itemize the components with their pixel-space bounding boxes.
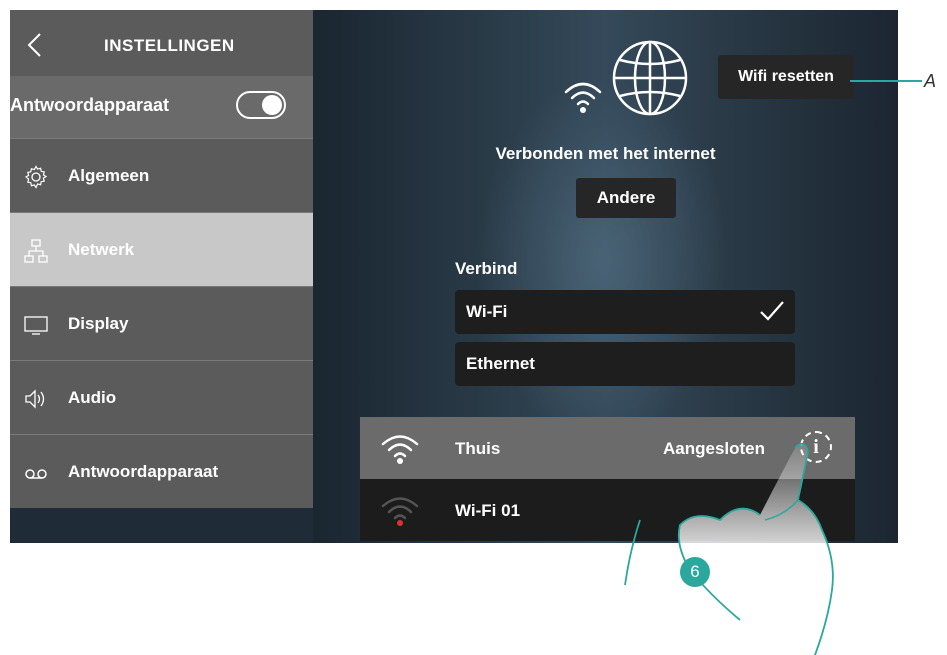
step-number-badge: 6 [680,557,710,587]
wifi-reset-button[interactable]: Wifi resetten [718,55,854,99]
sidebar-item-label: Display [68,314,129,333]
sidebar-header: INSTELLINGEN [10,10,313,76]
sidebar-item-netwerk[interactable]: Netwerk [10,212,313,286]
back-icon[interactable] [24,32,46,58]
sidebar-item-display[interactable]: Display [10,286,313,360]
wifi-weak-icon [381,497,419,526]
wifi-status-icon [564,82,602,113]
callout-line [850,80,922,82]
network-name: Wi-Fi 01 [455,501,521,520]
checkmark-icon [760,301,784,321]
hand-pointer-icon [624,442,834,655]
sidebar-item-label: Netwerk [68,240,135,259]
option-label: Ethernet [466,354,535,373]
answering-machine-toggle-row: Antwoordapparaat [10,76,313,138]
connection-status-text: Verbonden met het internet [495,144,716,163]
option-ethernet[interactable]: Ethernet [455,342,795,386]
sidebar-item-audio[interactable]: Audio [10,360,313,434]
speaker-icon [25,389,45,409]
sidebar-item-antwoordapparaat[interactable]: Antwoordapparaat [10,434,313,508]
voicemail-icon [25,469,47,479]
wifi-icon [381,435,419,464]
globe-icon [612,40,688,116]
option-wifi[interactable]: Wi-Fi [455,290,795,334]
network-name: Thuis [455,439,501,458]
answering-machine-toggle[interactable] [236,91,286,119]
callout-label: A [924,71,937,91]
network-icon [24,239,48,263]
page-title: INSTELLINGEN [104,36,235,55]
other-button[interactable]: Andere [576,178,676,218]
sidebar-item-label: Audio [68,388,117,407]
option-label: Wi-Fi [466,302,508,321]
sidebar-item-label: Antwoordapparaat [68,462,219,481]
connect-label: Verbind [455,259,518,278]
toggle-knob [262,95,282,115]
display-icon [24,316,48,335]
answering-machine-label: Antwoordapparaat [10,95,170,115]
gear-icon [24,165,48,189]
sidebar-item-label: Algemeen [68,166,150,185]
sidebar-item-algemeen[interactable]: Algemeen [10,138,313,212]
sidebar: INSTELLINGEN Antwoordapparaat Algemeen N… [10,10,313,543]
